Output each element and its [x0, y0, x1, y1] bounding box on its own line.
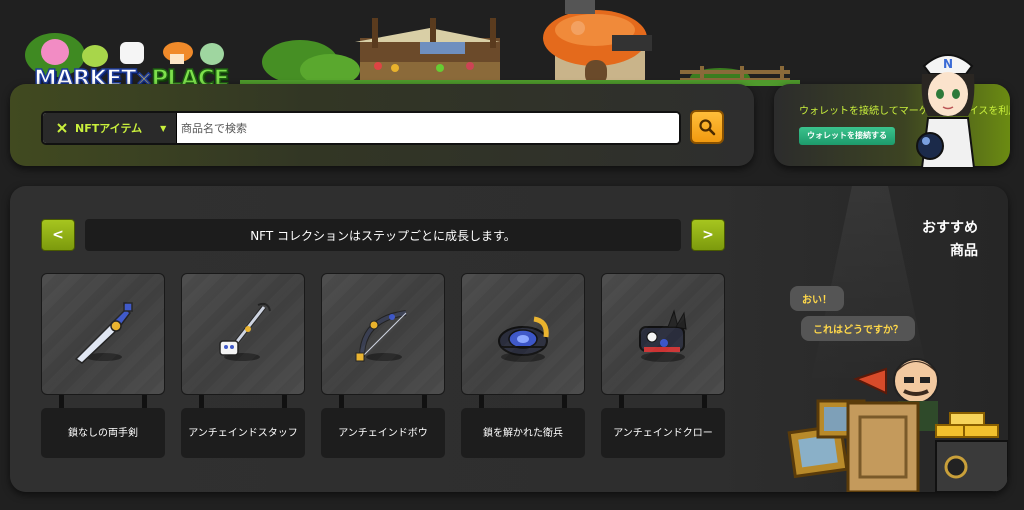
item-thumbnail	[181, 273, 305, 395]
item-name: アンチェインドクロー	[601, 408, 725, 458]
carousel-prev-button[interactable]: <	[41, 219, 75, 251]
mascot-girl-illustration: N	[916, 54, 976, 168]
gauntlet-icon	[498, 316, 549, 362]
chevron-down-icon: ▼	[160, 123, 167, 133]
claw-icon	[639, 309, 687, 362]
two-handed-sword-icon	[74, 302, 133, 364]
top-banner: MARKET✕PLACE	[0, 0, 1024, 92]
speech-bubble: これはどうですか？	[801, 316, 915, 341]
hanger-strap	[562, 395, 567, 409]
hanger-strap	[702, 395, 707, 409]
item-card[interactable]: 鎖を解かれた衛兵	[461, 273, 585, 459]
cross-swords-icon	[57, 123, 67, 133]
category-dropdown-label: NFTアイテム	[75, 122, 143, 135]
collection-banner: NFT コレクションはステップごとに成長します。	[85, 219, 681, 251]
item-card[interactable]: 鎖なしの両手剣	[41, 273, 165, 459]
item-thumbnail	[461, 273, 585, 395]
item-name: 鎖なしの両手剣	[41, 408, 165, 458]
staff-icon	[219, 302, 271, 361]
merchant-npc-illustration	[787, 358, 1008, 492]
search-button[interactable]	[690, 110, 724, 144]
main-panel: < NFT コレクションはステップごとに成長します。 > 鎖なしの両手剣 アンチ…	[10, 186, 1008, 492]
hanger-strap	[59, 395, 64, 409]
item-name: 鎖を解かれた衛兵	[461, 408, 585, 458]
hanger-strap	[339, 395, 344, 409]
hanger-strap	[282, 395, 287, 409]
hanger-strap	[422, 395, 427, 409]
search-input[interactable]	[177, 113, 679, 143]
speech-bubble: おい！	[790, 286, 844, 311]
svg-text:N: N	[943, 57, 953, 71]
item-thumbnail	[321, 273, 445, 395]
item-card[interactable]: アンチェインドスタッフ	[181, 273, 305, 459]
item-card[interactable]: アンチェインドクロー	[601, 273, 725, 459]
item-name: アンチェインドスタッフ	[181, 408, 305, 458]
hanger-strap	[619, 395, 624, 409]
recommended-title-line-1: おすすめ	[922, 220, 978, 236]
item-thumbnail	[601, 273, 725, 395]
carousel-next-button[interactable]: >	[691, 219, 725, 251]
search-bar: NFTアイテム ▼	[41, 111, 681, 145]
item-card[interactable]: アンチェインドボウ	[321, 273, 445, 459]
hanger-strap	[199, 395, 204, 409]
collection-banner-text: NFT コレクションはステップごとに成長します。	[250, 228, 516, 243]
search-panel: NFTアイテム ▼	[10, 84, 754, 166]
bow-icon	[355, 310, 407, 362]
search-icon	[699, 119, 716, 136]
connect-wallet-button[interactable]: ウォレットを接続する	[799, 127, 895, 145]
item-thumbnail	[41, 273, 165, 395]
item-carousel: 鎖なしの両手剣 アンチェインドスタッフ アンチェインドボウ 鎖を解かれた衛兵 ア…	[41, 273, 725, 463]
recommended-title-line-2: 商品	[950, 243, 978, 259]
category-dropdown[interactable]: NFTアイテム ▼	[43, 113, 177, 143]
recommended-title: おすすめ 商品	[890, 217, 978, 263]
hanger-strap	[479, 395, 484, 409]
hanger-strap	[142, 395, 147, 409]
item-name: アンチェインドボウ	[321, 408, 445, 458]
